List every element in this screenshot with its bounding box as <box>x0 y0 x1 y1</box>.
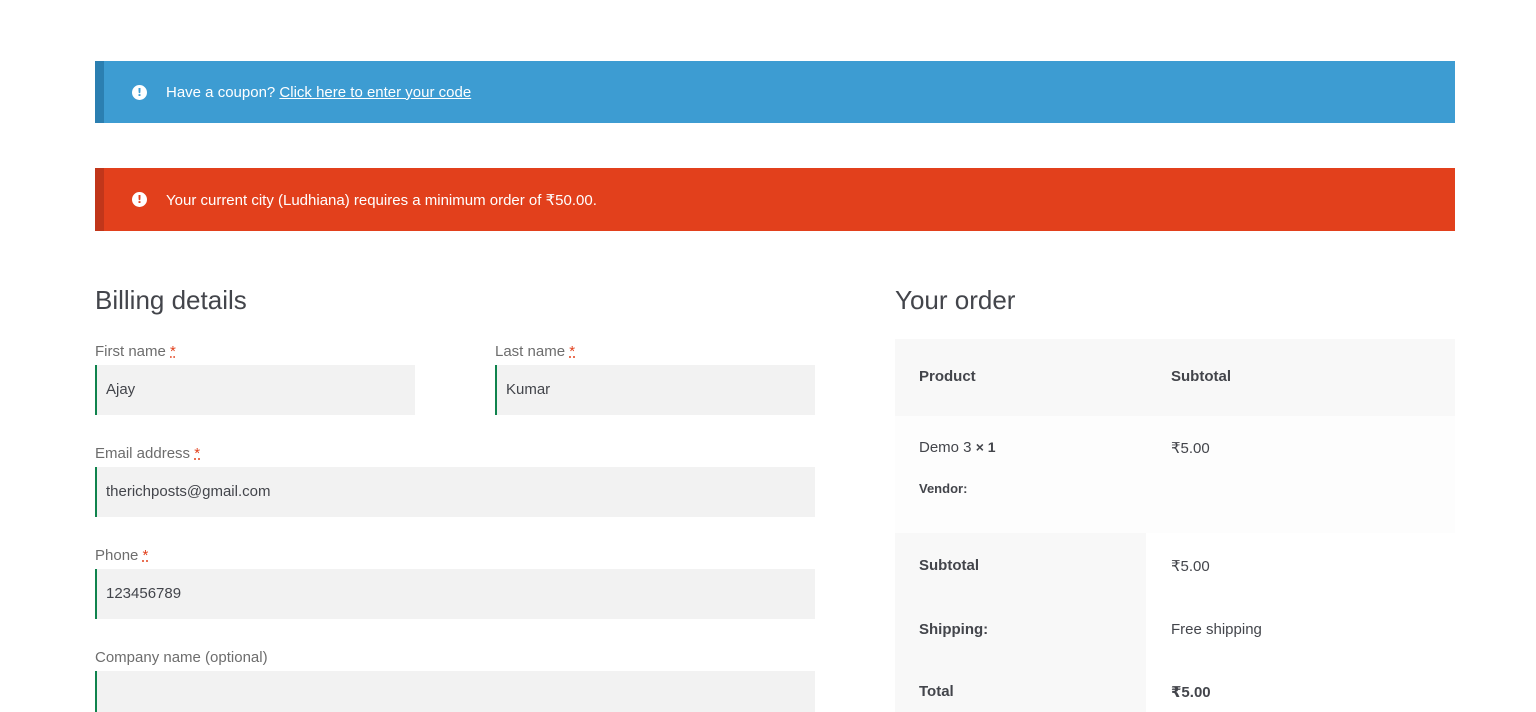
subtotal-column-header: Subtotal <box>1171 368 1231 385</box>
first-name-input[interactable]: Ajay <box>95 365 415 415</box>
phone-input[interactable]: 123456789 <box>95 569 815 619</box>
order-item-name-text: Demo 3 <box>919 439 972 456</box>
last-name-label-text: Last name <box>495 343 566 360</box>
subtotal-label: Subtotal <box>919 557 979 574</box>
coupon-notice-text: Have a coupon? <box>166 83 276 101</box>
required-mark: * <box>142 547 149 564</box>
shipping-label: Shipping: <box>919 621 989 638</box>
exclamation-circle-icon: ! <box>132 192 147 207</box>
order-item-qty: × 1 <box>975 439 996 455</box>
email-label-text: Email address <box>95 445 191 462</box>
enter-coupon-link[interactable]: Click here to enter your code <box>279 84 471 101</box>
order-totals: Subtotal ₹5.00 Shipping: Free shipping T… <box>895 533 1455 712</box>
shipping-value: Free shipping <box>1171 621 1262 638</box>
company-label: Company name (optional) <box>95 649 268 666</box>
order-item-name: Demo 3 × 1 <box>919 439 996 456</box>
phone-label: Phone * <box>95 547 148 564</box>
last-name-input[interactable]: Kumar <box>495 365 815 415</box>
company-input[interactable] <box>95 671 815 712</box>
required-mark: * <box>569 343 576 360</box>
billing-details-title: Billing details <box>95 285 247 315</box>
order-item-price: ₹5.00 <box>1171 440 1210 457</box>
total-label: Total <box>919 683 954 700</box>
coupon-notice: ! Have a coupon? Click here to enter you… <box>95 61 1455 123</box>
required-mark: * <box>194 445 201 462</box>
total-value: ₹5.00 <box>1171 684 1211 701</box>
phone-label-text: Phone <box>95 547 139 564</box>
first-name-label-text: First name <box>95 343 166 360</box>
vendor-label: Vendor: <box>919 481 968 496</box>
last-name-label: Last name * <box>495 343 575 360</box>
first-name-label: First name * <box>95 343 176 360</box>
your-order-title: Your order <box>895 285 1016 315</box>
minimum-order-error-text: Your current city (Ludhiana) requires a … <box>166 191 597 209</box>
exclamation-circle-icon: ! <box>132 84 147 100</box>
product-column-header: Product <box>919 368 976 385</box>
order-table-header: Product Subtotal <box>895 339 1455 416</box>
email-label: Email address * <box>95 445 200 462</box>
minimum-order-error: ! Your current city (Ludhiana) requires … <box>95 168 1455 231</box>
subtotal-value: ₹5.00 <box>1171 558 1210 575</box>
email-input[interactable]: therichposts@gmail.com <box>95 467 815 517</box>
order-item-row: Demo 3 × 1 ₹5.00 Vendor: <box>895 416 1455 533</box>
required-mark: * <box>170 343 176 360</box>
